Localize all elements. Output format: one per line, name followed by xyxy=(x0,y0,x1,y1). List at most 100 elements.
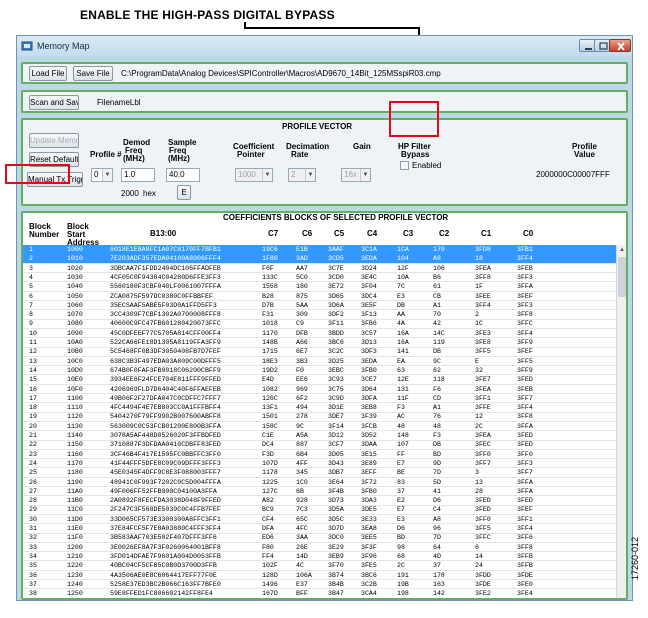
table-cell: DC4 xyxy=(262,441,274,449)
table-row[interactable]: 30 11D0 33D065CF573E3300300A8FFC3FF1 CF4 65C… xyxy=(23,515,616,525)
table-row[interactable]: 4 1030 4CF05C0F94384C04280D6FFE3FF3 133C 5C0… xyxy=(23,273,616,283)
table-cell: 5C0 xyxy=(296,273,308,281)
scrollbar-thumb[interactable] xyxy=(618,257,626,297)
table-cell: 3FF0 xyxy=(475,450,491,458)
table-row[interactable]: 27 11A0 49F006FF52FFB000C04100A3FFA 127C 6B 3… xyxy=(23,487,616,497)
table-cell: 28 xyxy=(475,487,483,495)
table-cell: 18 xyxy=(29,404,37,412)
table-cell: 2C xyxy=(397,562,405,570)
table-row[interactable]: 23 1160 3CF46B4F417E1505FC0BBFFC3FF0 F3D 6B4… xyxy=(23,450,616,460)
table-cell: 2C xyxy=(475,422,483,430)
table-row[interactable]: 6 1050 ZCA0875F597DC0380C0FFBBFEF B28 875 3D6… xyxy=(23,292,616,301)
table-row[interactable]: 38 1250 59E8FFED1FC806602142FF8FE4 167D BFF 3… xyxy=(23,589,616,598)
e-button[interactable]: E xyxy=(177,185,191,200)
table-cell: 3F3F xyxy=(361,543,377,551)
scroll-up-icon[interactable]: ▲ xyxy=(617,245,627,255)
table-cell: 3E0026EF8A7F3F0260064001BFF8 xyxy=(110,543,221,551)
load-file-button[interactable]: Load File xyxy=(29,66,67,81)
table-row[interactable]: 20 1130 563009C0C53FCB01200E800B3FFA 158C 9C… xyxy=(23,422,616,432)
table-row[interactable]: 10 1090 45C0DFEEF77C5705A814CFF00FF4 1170 DF… xyxy=(23,329,616,339)
table-row[interactable]: 33 1200 3E0026EF8A7F3F0260064001BFF8 F80 26E… xyxy=(23,543,616,553)
table-row[interactable]: 36 1230 4A3506AE0E8C6064417EFF77F0E 128D 106… xyxy=(23,571,616,580)
table-cell: 40600C9FC47FB601280420073FFC xyxy=(110,320,221,328)
table-row[interactable]: 34 1210 3FD014DFAE7F9601A004D0053FFB FF4 14D… xyxy=(23,552,616,562)
table-row[interactable]: 25 1180 45E0345F4DFF9C8E3F088003FFF7 1178 34… xyxy=(23,468,616,478)
table-cell: 3FF8 xyxy=(475,273,491,281)
close-button[interactable] xyxy=(609,39,631,52)
table-cell: 76 xyxy=(433,413,441,421)
table-row[interactable]: 26 1190 48941C0F993F7202C0C5D004FFFA 1225 1C… xyxy=(23,478,616,487)
table-row[interactable]: 1 1000 6018E1E8A8FC1A07C8170FF7BFB1 19C6 E1B… xyxy=(23,245,616,255)
coefficient-pointer-select[interactable]: 1000 ▼ xyxy=(235,168,273,182)
table-cell: 3FF3 xyxy=(517,301,533,309)
table-cell: 26E xyxy=(296,543,308,551)
table-row[interactable]: 19 1120 5404270F79FF9902B007600ABFF8 1501 27… xyxy=(23,412,616,422)
table-row[interactable]: 35 1220 40BC04CF5CF85C0B0D3700D3FFB 102F 4C 3… xyxy=(23,561,616,571)
sample-freq-field[interactable]: 40.0 xyxy=(166,168,200,182)
table-cell: 31 xyxy=(29,525,37,532)
table-cell: 15 xyxy=(29,376,37,384)
table-cell: 563009C0C53FCB01200E800B3FFA xyxy=(110,422,221,430)
table-cell: 1250 xyxy=(67,590,83,598)
column-header: Block Start Address xyxy=(67,222,100,247)
table-row[interactable]: 14 10D0 674B0F0FAF3FB0018C06200CBFF9 19D2 F0… xyxy=(23,366,616,376)
table-row[interactable]: 18 1110 4FC4494F4E7EB803CC0A1FFFBFF4 13F1 49… xyxy=(23,403,616,413)
table-row[interactable]: 29 11C0 2F247C3F568DE5039C0C4FFB7FEF BC9 7C3… xyxy=(23,505,616,515)
table-cell: 3E29 xyxy=(328,543,344,551)
table-cell: 3FDD xyxy=(475,571,491,579)
table-row[interactable]: 31 11E0 37E84FCF5F7E8A03880C4FFF3FF4 DFA 4FC… xyxy=(23,524,616,534)
table-row[interactable]: 2 1010 7E203ADF357EDA04100A8006FFF4 1F80 3AD… xyxy=(23,254,616,264)
table-cell: 3FFA xyxy=(517,422,533,430)
table-cell: 1496 xyxy=(262,580,278,588)
table-cell: 3D52 xyxy=(361,432,377,439)
table-cell: 102F xyxy=(262,562,278,570)
table-cell: 3FF5 xyxy=(475,525,491,532)
table-row[interactable]: 11 10A0 522CA66FE18D1305A8119FFA3FF9 148B A6… xyxy=(23,338,616,348)
table-cell: 37 xyxy=(397,487,405,495)
update-memory-button[interactable]: Update Memory xyxy=(29,133,79,148)
table-cell: CB xyxy=(433,292,441,300)
table-cell: 107 xyxy=(397,441,409,449)
coefficients-grid[interactable]: 1 1000 6018E1E8A8FC1A07C8170FF7BFB1 19C6 E1B… xyxy=(23,245,616,598)
table-cell: 191 xyxy=(397,571,409,579)
table-cell: 522CA66FE18D1305A8119FFA3FF9 xyxy=(110,339,221,346)
table-row[interactable]: 16 10F0 4206969FLD7D6404C40F6FFAEFEB 1082 96… xyxy=(23,385,616,394)
table-cell: 494 xyxy=(296,404,308,412)
vertical-scrollbar[interactable]: ▲ xyxy=(616,245,626,598)
decimation-rate-select[interactable]: 2 ▼ xyxy=(288,168,316,182)
gain-select[interactable]: 16x ▼ xyxy=(341,168,371,182)
table-row[interactable]: 24 1170 41F44FFF5DFE8C09C09DFFF3FFF3 107D 4F… xyxy=(23,459,616,469)
table-cell: 27 xyxy=(29,487,37,495)
table-row[interactable]: 28 11B0 2A0892F8FECFDA3038D048F9FFED A82 928… xyxy=(23,496,616,506)
table-cell: 14 xyxy=(475,552,483,560)
table-cell: 12 xyxy=(29,348,37,356)
table-row[interactable]: 13 10C0 638C3B3F497EDA03A809C00DFFF5 18E3 3B… xyxy=(23,357,616,367)
table-cell: DB xyxy=(433,348,441,356)
table-cell: 3FF4 xyxy=(517,525,533,532)
table-cell: 62 xyxy=(433,366,441,374)
column-header: C0 xyxy=(523,229,534,238)
table-row[interactable]: 17 1100 49B06F2F27DFA047C0CDFFC7FFF7 126C 6F… xyxy=(23,394,616,404)
table-cell: 3FE2 xyxy=(475,590,491,598)
table-row[interactable]: 22 1150 3710887F3DFDAA0410CDBFF83FED DC4 887… xyxy=(23,440,616,450)
table-cell: 2A0892F8FECFDA3038D048F9FFED xyxy=(110,497,221,505)
title-bar[interactable]: Memory Map xyxy=(17,36,632,56)
table-row[interactable]: 8 1070 3CC4309F7CBF1302A0700008FFF8 F31 309 3… xyxy=(23,310,616,320)
table-cell: 3D7D xyxy=(328,525,344,532)
table-row[interactable]: 9 1080 40600C9FC47FB601280420073FFC 1018 C9 3… xyxy=(23,319,616,329)
table-row[interactable]: 21 1140 3078A5AF448D0526020F3FFBDFED C1E A5A… xyxy=(23,431,616,441)
save-file-button[interactable]: Save File xyxy=(73,66,113,81)
table-row[interactable]: 37 1240 5258E37ED3BC2B066C163FF7BFE0 1496 E3… xyxy=(23,580,616,590)
demod-freq-label-3: (MHz) xyxy=(123,154,145,163)
table-row[interactable]: 3 1020 3DBCAA7F1FDD2404DC106FFADFEB F6F AA7 3… xyxy=(23,264,616,274)
profile-number-select[interactable]: 0 ▼ xyxy=(91,168,113,182)
demod-freq-field[interactable]: 1.0 xyxy=(121,168,155,182)
scan-and-save-button[interactable]: Scan and Save xyxy=(29,95,79,110)
table-row[interactable]: 5 1040 5560180F3CBF040LF0061007FFFA 1558 180… xyxy=(23,282,616,292)
table-row[interactable]: 7 1060 35ECSAAF5ABE5F03D0A1FFD5FF3 D7B 5AA 3D… xyxy=(23,301,616,311)
manual-tx-highlight-box xyxy=(5,164,70,184)
table-row[interactable]: 32 11F0 3B583AAF703E502F407DFFF3FF6 ED6 3AA 3… xyxy=(23,533,616,543)
table-row[interactable]: 12 10B0 5C5468FF0B3DF3050408FB7D7FEF 1715 6E… xyxy=(23,347,616,357)
table-row[interactable]: 15 10E0 3934EE6F24FCE704E811FFF9FFED E4D EE6… xyxy=(23,375,616,385)
hp-filter-bypass-checkbox[interactable] xyxy=(400,161,409,170)
